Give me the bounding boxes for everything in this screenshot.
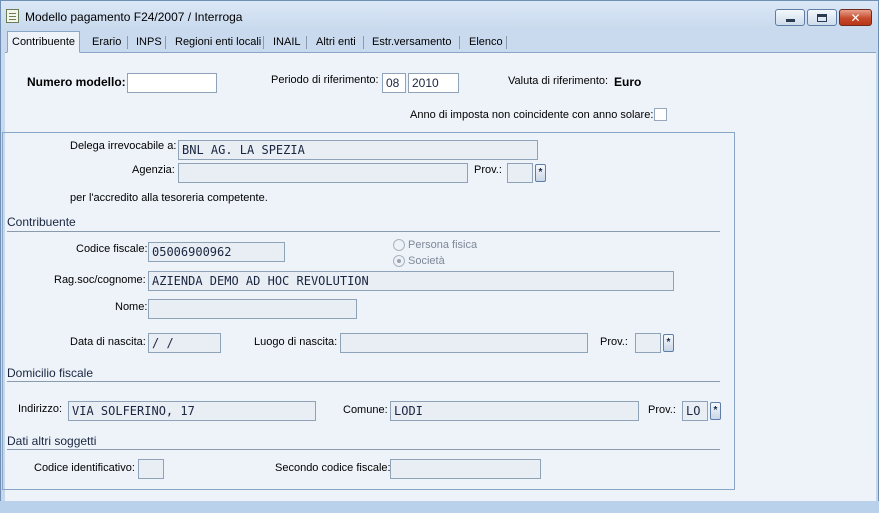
maximize-icon — [817, 13, 827, 22]
tab-elenco[interactable]: Elenco — [465, 33, 507, 52]
ragsoc-field[interactable]: AZIENDA DEMO AD HOC REVOLUTION — [148, 271, 674, 291]
secondo-codice-fiscale-label: Secondo codice fiscale: — [275, 462, 391, 474]
tab-estr-versamento[interactable]: Estr.versamento — [368, 33, 455, 52]
periodo-year-input[interactable]: 2010 — [408, 73, 459, 93]
periodo-month-input[interactable]: 08 — [382, 73, 406, 93]
nascita-prov-label: Prov.: — [600, 336, 628, 348]
tab-separator — [127, 36, 128, 49]
nome-label: Nome: — [115, 301, 148, 313]
anno-imposta-checkbox[interactable] — [654, 108, 667, 121]
delega-field[interactable]: BNL AG. LA SPEZIA — [178, 140, 538, 160]
domicilio-prov-field[interactable]: LO — [682, 401, 708, 421]
form-document-icon — [6, 9, 19, 23]
tab-contribuente[interactable]: Contribuente — [7, 31, 80, 53]
tab-separator — [363, 36, 364, 49]
tab-separator — [306, 36, 307, 49]
section-divider — [7, 231, 720, 232]
contribuente-section-title: Contribuente — [7, 215, 76, 229]
domicilio-section-title: Domicilio fiscale — [7, 366, 94, 380]
codice-fiscale-field[interactable]: 05006900962 — [148, 242, 285, 262]
data-nascita-label: Data di nascita: — [70, 336, 146, 348]
domicilio-prov-zoom-button[interactable]: * — [710, 402, 721, 420]
luogo-nascita-label: Luogo di nascita: — [254, 336, 338, 348]
societa-radio[interactable] — [393, 255, 405, 267]
window-title: Modello pagamento F24/2007 / Interroga — [25, 10, 243, 24]
minimize-icon — [785, 19, 795, 22]
altri-soggetti-section-title: Dati altri soggetti — [7, 434, 97, 448]
persona-fisica-radio[interactable] — [393, 239, 405, 251]
tab-separator — [459, 36, 460, 49]
agenzia-field[interactable] — [178, 163, 468, 183]
tab-separator — [165, 36, 166, 49]
codice-identificativo-label: Codice identificativo: — [34, 462, 135, 474]
contribuente-group-box — [2, 132, 735, 490]
window-bottom-edge — [0, 501, 879, 513]
tab-separator — [263, 36, 264, 49]
delega-label: Delega irrevocabile a: — [70, 140, 177, 152]
delega-prov-field[interactable] — [507, 163, 533, 183]
delega-prov-label: Prov.: — [474, 164, 502, 176]
tab-inps[interactable]: INPS — [132, 33, 166, 52]
valuta-riferimento-label: Valuta di riferimento: — [508, 75, 609, 87]
periodo-riferimento-label: Periodo di riferimento: — [271, 74, 379, 86]
domicilio-prov-label: Prov.: — [648, 404, 676, 416]
title-bar: Modello pagamento F24/2007 / Interroga ✕ — [1, 1, 878, 31]
section-divider — [7, 449, 720, 450]
luogo-nascita-field[interactable] — [340, 333, 588, 353]
tab-separator — [506, 36, 507, 49]
codice-fiscale-label: Codice fiscale: — [76, 243, 148, 255]
ragsoc-label: Rag.soc/cognome: — [54, 274, 146, 286]
nascita-prov-zoom-button[interactable]: * — [663, 334, 674, 352]
secondo-codice-fiscale-field[interactable] — [390, 459, 541, 479]
comune-field[interactable]: LODI — [390, 401, 639, 421]
close-icon: ✕ — [850, 10, 861, 25]
tab-altri-enti[interactable]: Altri enti — [312, 33, 360, 52]
anno-imposta-label: Anno di imposta non coincidente con anno… — [410, 109, 654, 121]
data-nascita-field[interactable]: / / — [148, 333, 221, 353]
numero-modello-input[interactable] — [127, 73, 217, 93]
tab-strip: Contribuente Erario INPS Regioni enti lo… — [5, 31, 876, 53]
indirizzo-field[interactable]: VIA SOLFERINO, 17 — [68, 401, 316, 421]
numero-modello-label: Numero modello: — [27, 75, 126, 89]
persona-fisica-label: Persona fisica — [408, 239, 478, 251]
maximize-button[interactable] — [807, 9, 837, 26]
accredito-text: per l'accredito alla tesoreria competent… — [70, 192, 268, 204]
tab-erario[interactable]: Erario — [88, 33, 125, 52]
tab-regioni-enti-locali[interactable]: Regioni enti locali — [171, 33, 265, 52]
comune-label: Comune: — [343, 404, 388, 416]
codice-identificativo-field[interactable] — [138, 459, 164, 479]
nome-field[interactable] — [148, 299, 357, 319]
nascita-prov-field[interactable] — [635, 333, 661, 353]
indirizzo-label: Indirizzo: — [18, 403, 63, 415]
close-button[interactable]: ✕ — [839, 9, 872, 26]
agenzia-label: Agenzia: — [132, 164, 175, 176]
section-divider — [7, 381, 720, 382]
valuta-value: Euro — [614, 75, 642, 89]
minimize-button[interactable] — [775, 9, 805, 26]
delega-prov-zoom-button[interactable]: * — [535, 164, 546, 182]
tab-inail[interactable]: INAIL — [269, 33, 305, 52]
societa-label: Società — [408, 255, 445, 267]
